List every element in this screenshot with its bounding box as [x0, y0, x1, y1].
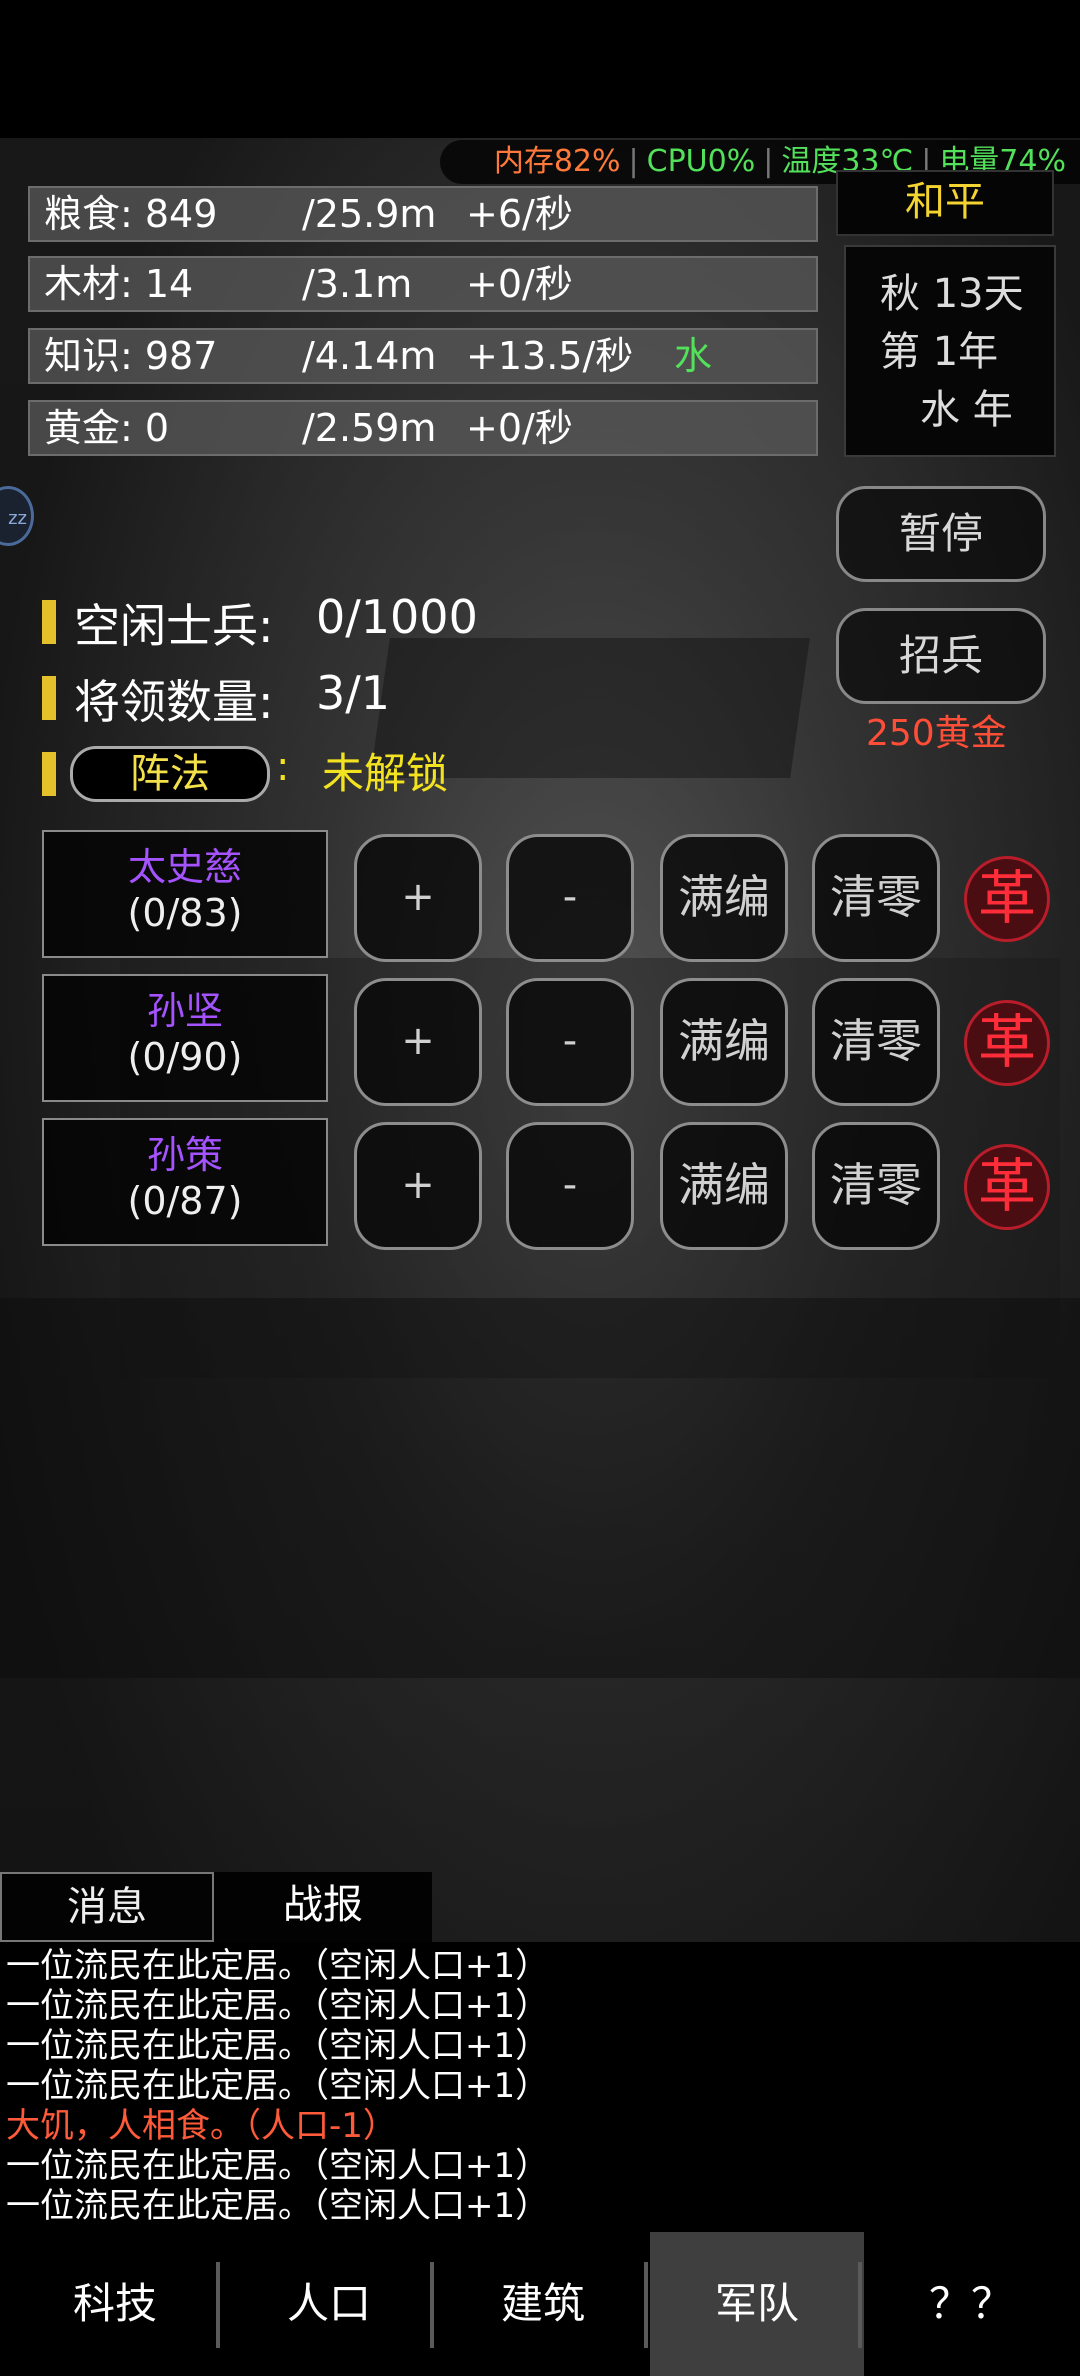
bottom-navigation: 科技 人口 建筑 军队 ？？: [0, 2232, 1080, 2376]
nav-divider: [430, 2262, 434, 2348]
general-troop-count: (0/90): [127, 1035, 243, 1079]
resource-element-tag: 水: [674, 334, 713, 378]
generals-count-label: 将领数量:: [74, 675, 274, 729]
status-separator: |: [763, 144, 774, 179]
idle-soldiers-label: 空闲士兵:: [74, 599, 274, 653]
info-marker: [42, 752, 56, 796]
fill-troops-button[interactable]: 满编: [660, 834, 788, 962]
general-name: 孙坚: [146, 989, 223, 1033]
remove-troops-button[interactable]: -: [506, 978, 634, 1106]
fill-troops-button[interactable]: 满编: [660, 1122, 788, 1250]
general-card-taishici[interactable]: 太史慈 (0/83): [42, 830, 328, 958]
status-separator: |: [628, 144, 639, 179]
nav-divider: [644, 2262, 648, 2348]
nav-army[interactable]: 军队: [650, 2232, 864, 2376]
general-card-sunce[interactable]: 孙策 (0/87): [42, 1118, 328, 1246]
calendar-day: 秋 13天: [880, 271, 1024, 317]
add-troops-button[interactable]: +: [354, 978, 482, 1106]
state-badge: 和平: [836, 170, 1054, 236]
resource-rate: +6/秒: [466, 192, 573, 236]
formation-status: 未解锁: [322, 749, 449, 798]
log-entry: 一位流民在此定居。（空闲人口+1）: [6, 2146, 550, 2186]
resource-row-gold: 黄金: 0 /2.59m +0/秒: [28, 400, 818, 456]
formation-button[interactable]: 阵法: [70, 746, 270, 802]
recruit-button[interactable]: 招兵: [836, 608, 1046, 704]
clear-troops-button[interactable]: 清零: [812, 1122, 940, 1250]
clear-troops-button[interactable]: 清零: [812, 978, 940, 1106]
general-troop-count: (0/87): [127, 1179, 243, 1223]
log-entry: 一位流民在此定居。（空闲人口+1）: [6, 1986, 550, 2026]
add-troops-button[interactable]: +: [354, 1122, 482, 1250]
recruit-cost: 250黄金: [866, 713, 1007, 754]
nav-tech[interactable]: 科技: [8, 2232, 222, 2376]
general-name: 太史慈: [127, 845, 242, 889]
nav-divider: [858, 2262, 862, 2348]
dismiss-general-button[interactable]: 革: [964, 856, 1050, 942]
resource-cap: /25.9m: [302, 192, 437, 236]
calendar-year: 第 1年: [880, 329, 999, 375]
info-marker: [42, 600, 56, 644]
resource-label: 知识: 987: [44, 334, 218, 378]
add-troops-button[interactable]: +: [354, 834, 482, 962]
nav-population[interactable]: 人口: [222, 2232, 436, 2376]
resource-cap: /4.14m: [302, 334, 437, 378]
dismiss-general-button[interactable]: 革: [964, 1000, 1050, 1086]
resource-rate: +13.5/秒: [466, 334, 634, 378]
water-reflection-shape: [0, 1298, 1080, 1678]
generals-count-value: 3/1: [316, 666, 391, 720]
calendar-element-year: 水 年: [920, 387, 1013, 433]
resource-cap: /2.59m: [302, 406, 437, 450]
log-entry: 一位流民在此定居。（空闲人口+1）: [6, 2186, 550, 2226]
tab-messages[interactable]: 消息: [0, 1872, 214, 1942]
message-log: 一位流民在此定居。（空闲人口+1） 一位流民在此定居。（空闲人口+1） 一位流民…: [0, 1942, 1080, 2232]
fill-troops-button[interactable]: 满编: [660, 978, 788, 1106]
general-troop-count: (0/83): [127, 891, 243, 935]
cpu-status: CPU0%: [646, 144, 756, 179]
tab-battle-report[interactable]: 战报: [214, 1872, 432, 1942]
log-entry: 一位流民在此定居。（空闲人口+1）: [6, 2026, 550, 2066]
resource-row-knowledge: 知识: 987 /4.14m +13.5/秒 水: [28, 328, 818, 384]
nav-building[interactable]: 建筑: [436, 2232, 650, 2376]
idle-soldiers-value: 0/1000: [316, 590, 478, 644]
calendar-panel: 秋 13天 第 1年 水 年: [844, 245, 1056, 457]
log-entry-warning: 大饥，人相食。（人口-1）: [6, 2106, 397, 2146]
resource-rate: +0/秒: [466, 406, 573, 450]
clear-troops-button[interactable]: 清零: [812, 834, 940, 962]
log-entry: 一位流民在此定居。（空闲人口+1）: [6, 2066, 550, 2106]
memory-status: 内存82%: [493, 144, 621, 179]
resource-cap: /3.1m: [302, 262, 413, 306]
resource-row-food: 粮食: 849 /25.9m +6/秒: [28, 186, 818, 242]
resource-row-wood: 木材: 14 /3.1m +0/秒: [28, 256, 818, 312]
general-name: 孙策: [146, 1133, 223, 1177]
nav-divider: [216, 2262, 220, 2348]
formation-colon: :: [276, 744, 290, 790]
log-entry: 一位流民在此定居。（空闲人口+1）: [6, 1946, 550, 1986]
resource-label: 黄金: 0: [44, 406, 170, 450]
nav-unknown[interactable]: ？？: [864, 2232, 1078, 2376]
resource-label: 粮食: 849: [44, 192, 218, 236]
dismiss-general-button[interactable]: 革: [964, 1144, 1050, 1230]
resource-rate: +0/秒: [466, 262, 573, 306]
pause-button[interactable]: 暂停: [836, 486, 1046, 582]
resource-label: 木材: 14: [44, 262, 194, 306]
info-marker: [42, 676, 56, 720]
general-card-sunjian[interactable]: 孙坚 (0/90): [42, 974, 328, 1102]
remove-troops-button[interactable]: -: [506, 1122, 634, 1250]
remove-troops-button[interactable]: -: [506, 834, 634, 962]
